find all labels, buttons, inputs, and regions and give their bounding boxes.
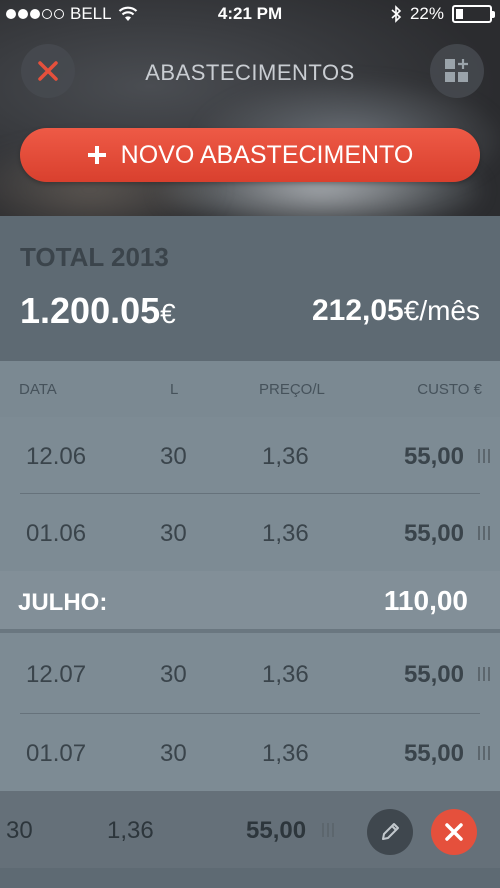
- header: BELL 4:21 PM 22% ABASTECIMENTOS NOVO ABA…: [0, 0, 500, 216]
- total-amount: 1.200.05€: [20, 290, 176, 332]
- bluetooth-icon: [391, 5, 402, 23]
- plus-icon: [87, 146, 106, 164]
- add-widget-button[interactable]: [430, 44, 484, 98]
- column-price: PREÇO/L: [259, 381, 325, 398]
- total-label: TOTAL 2013: [20, 242, 169, 272]
- table-row[interactable]: 01.07 30 1,36 55,00: [0, 714, 500, 791]
- row-liters: 30: [160, 740, 187, 767]
- month-summary: JULHO: 110,00: [0, 571, 500, 633]
- drag-handle-icon[interactable]: [478, 449, 492, 463]
- column-liters: L: [170, 381, 179, 398]
- grid-add-icon: [445, 59, 468, 82]
- close-button[interactable]: [21, 44, 75, 98]
- total-currency: €: [160, 298, 176, 329]
- row-date: 01.06: [26, 520, 87, 547]
- page-title: ABASTECIMENTOS: [145, 60, 355, 85]
- row-cost: 55,00: [403, 520, 464, 547]
- month-total: 110,00: [383, 585, 468, 616]
- pencil-icon: [382, 823, 399, 840]
- row-price: 1,36: [107, 817, 154, 844]
- totals-panel: TOTAL 2013 1.200.05€ 212,05€/mês: [0, 216, 500, 361]
- close-icon: [445, 823, 463, 841]
- next-month-summary-edge: [0, 868, 500, 888]
- month-label: JULHO:: [18, 589, 108, 616]
- row-liters: 30: [160, 443, 187, 470]
- monthly-average: 212,05€/mês: [312, 294, 480, 328]
- row-date: 01.07: [26, 740, 87, 767]
- new-refuel-label: NOVO ABASTECIMENTO: [120, 140, 414, 169]
- row-date: 12.06: [26, 443, 87, 470]
- drag-handle-icon[interactable]: [478, 526, 492, 540]
- close-icon: [38, 61, 58, 81]
- status-bar: BELL 4:21 PM 22%: [0, 0, 500, 28]
- drag-handle-icon[interactable]: [478, 746, 492, 760]
- table-row[interactable]: 01.06 30 1,36 55,00: [0, 494, 500, 571]
- monthly-suffix: €/mês: [403, 295, 480, 326]
- row-liters: 30: [160, 661, 187, 688]
- swiped-row[interactable]: 30 1,36 55,00: [0, 791, 500, 868]
- row-cost: 55,00: [246, 817, 307, 844]
- column-headers: DATA L PREÇO/L CUSTO €: [0, 361, 500, 417]
- edit-button[interactable]: [367, 809, 413, 855]
- table-row[interactable]: 12.06 30 1,36 55,00: [0, 417, 500, 494]
- row-cost: 55,00: [403, 661, 464, 688]
- row-cost: 55,00: [403, 740, 464, 767]
- new-refuel-button[interactable]: NOVO ABASTECIMENTO: [20, 128, 480, 182]
- row-price: 1,36: [262, 520, 309, 547]
- drag-handle-icon[interactable]: [478, 667, 492, 681]
- total-value: 1.200.05: [20, 290, 161, 331]
- drag-handle-icon[interactable]: [322, 823, 336, 837]
- row-price: 1,36: [262, 443, 309, 470]
- row-price: 1,36: [262, 661, 309, 688]
- row-liters: 30: [6, 817, 33, 844]
- row-price: 1,36: [262, 740, 309, 767]
- row-date: 12.07: [26, 661, 87, 688]
- column-date: DATA: [19, 381, 57, 398]
- delete-button[interactable]: [431, 809, 477, 855]
- battery-icon: [452, 5, 495, 23]
- table-row[interactable]: 12.07 30 1,36 55,00: [0, 635, 500, 714]
- column-cost: CUSTO €: [417, 381, 482, 398]
- monthly-value: 212,05: [311, 294, 404, 327]
- battery-percent: 22%: [409, 4, 444, 23]
- row-cost: 55,00: [403, 443, 464, 470]
- row-liters: 30: [160, 520, 187, 547]
